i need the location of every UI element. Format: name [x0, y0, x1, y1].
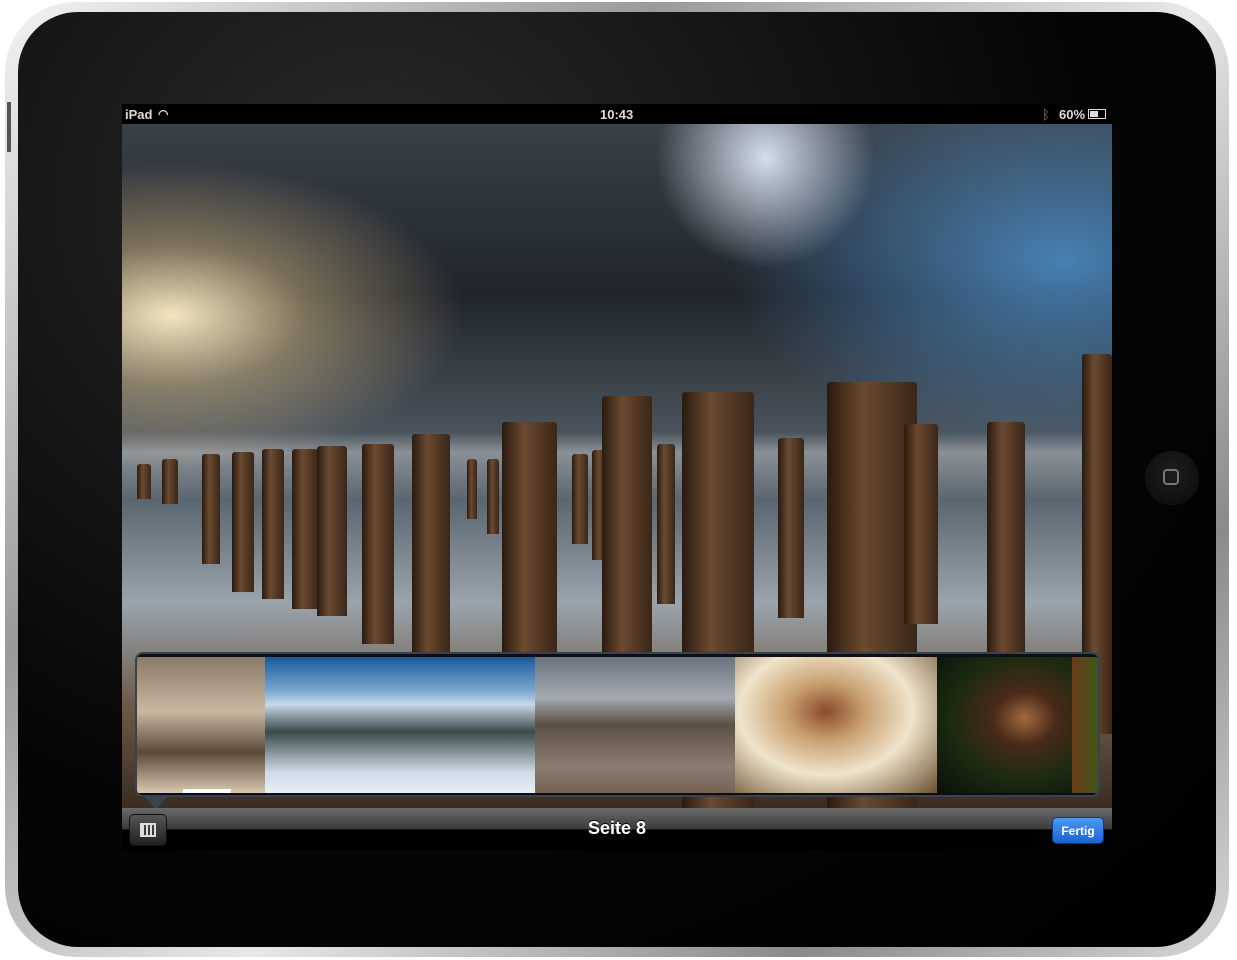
bottom-toolbar: Seite 8 Fertig	[122, 808, 1112, 850]
wooden-post	[904, 424, 938, 624]
wooden-post	[232, 452, 254, 592]
thumbnail-snowy-mountains[interactable]	[265, 657, 535, 793]
selected-indicator	[183, 789, 231, 793]
wooden-post	[657, 444, 675, 604]
wooden-post	[362, 444, 394, 644]
wooden-post	[572, 454, 588, 544]
wifi-icon: ◠	[158, 107, 169, 121]
wooden-post	[262, 449, 284, 599]
thumbnail-castle-fog[interactable]	[137, 657, 265, 793]
thumbnail-beach-posts[interactable]	[535, 657, 735, 793]
home-button[interactable]	[1146, 452, 1198, 504]
battery-icon	[1088, 109, 1106, 119]
wooden-post	[317, 446, 347, 616]
device-label: iPad	[125, 107, 153, 122]
wooden-post	[467, 459, 477, 519]
bluetooth-icon: ᛒ	[1042, 107, 1050, 122]
thumbnail-frog[interactable]	[937, 657, 1072, 793]
wooden-post	[137, 464, 151, 499]
page-title: Seite 8	[587, 818, 647, 838]
wooden-post	[987, 422, 1025, 652]
side-button	[7, 102, 11, 152]
status-bar: iPad ◠ 10:43 ᛒ 60%	[122, 104, 1112, 124]
done-button[interactable]: Fertig	[1052, 817, 1104, 844]
wooden-post	[412, 434, 450, 654]
wooden-post	[292, 449, 318, 609]
wooden-post	[162, 459, 178, 504]
clock: 10:43	[600, 107, 634, 122]
thumbnail-partial[interactable]	[1072, 657, 1098, 793]
wooden-post	[778, 438, 804, 618]
screen: iPad ◠ 10:43 ᛒ 60% Seite 8 Fertig	[122, 104, 1112, 850]
thumbnail-strip	[135, 652, 1100, 797]
battery-percent: 60%	[1059, 107, 1086, 122]
wooden-post	[202, 454, 220, 564]
thumbnail-portrait[interactable]	[735, 657, 937, 793]
wooden-post	[487, 459, 499, 534]
home-icon	[1163, 469, 1179, 485]
